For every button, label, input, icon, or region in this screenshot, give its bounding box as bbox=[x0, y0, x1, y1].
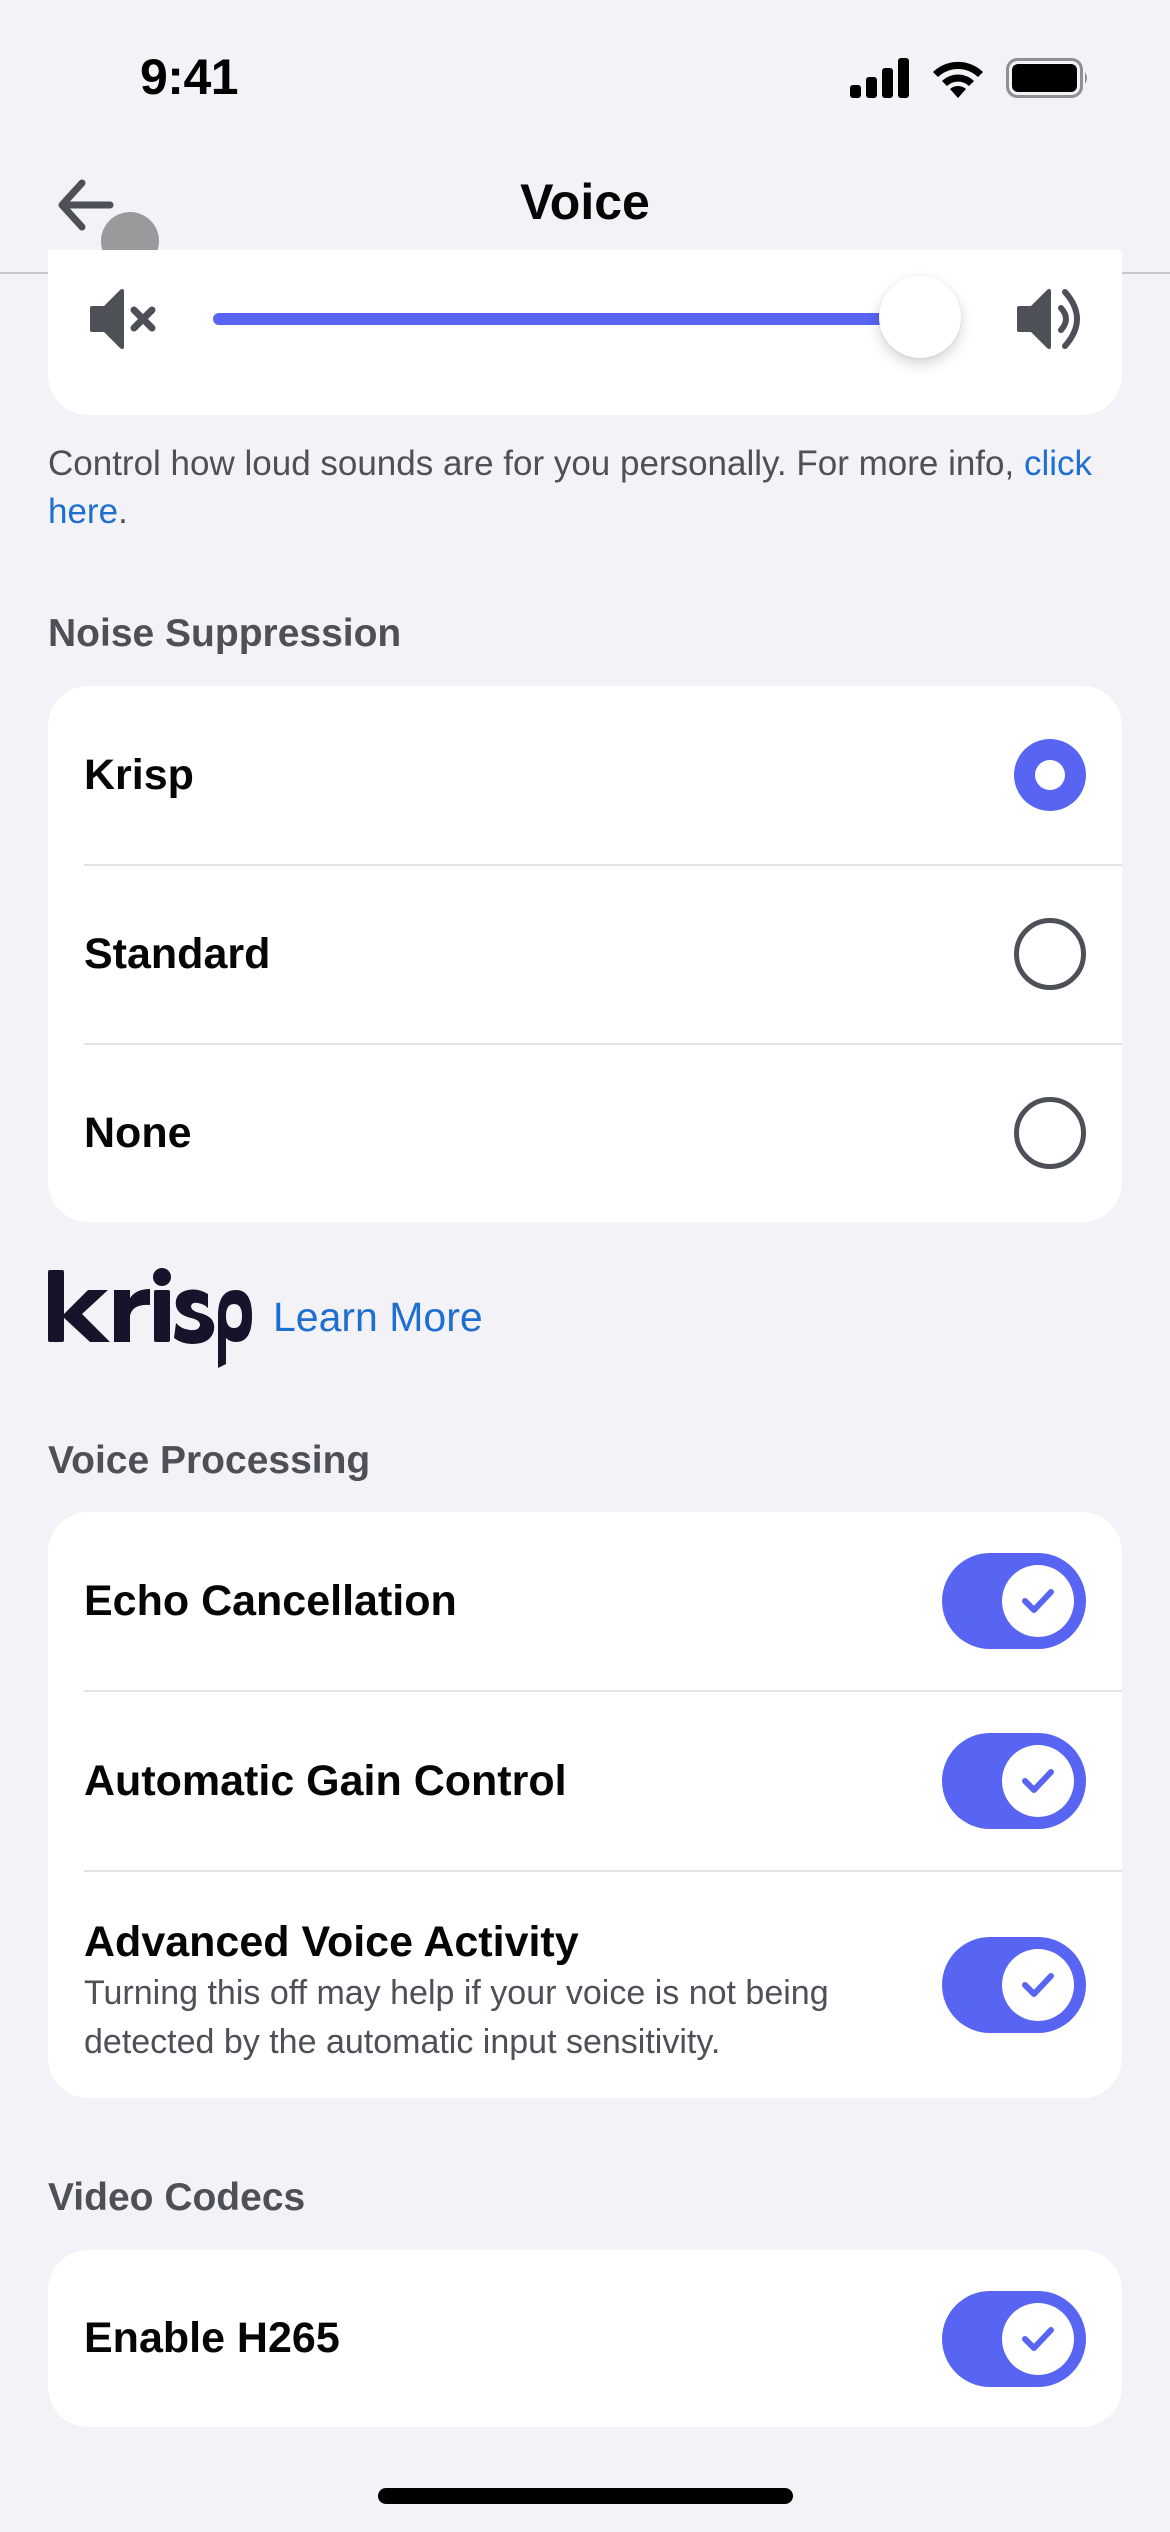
option-label: None bbox=[84, 1109, 192, 1157]
toggle-knob bbox=[1002, 1565, 1074, 1637]
toggle-knob bbox=[1002, 1949, 1074, 2021]
section-header-video-codecs: Video Codecs bbox=[48, 2176, 306, 2219]
setting-label: Automatic Gain Control bbox=[84, 1757, 567, 1805]
checkmark-icon bbox=[1022, 2327, 1054, 2351]
option-label: Krisp bbox=[84, 751, 194, 799]
setting-echo-cancellation: Echo Cancellation bbox=[48, 1512, 1122, 1691]
wifi-icon bbox=[933, 61, 983, 98]
learn-more-link[interactable]: Learn More bbox=[273, 1292, 483, 1342]
option-label: Standard bbox=[84, 930, 271, 978]
helper-text: Control how loud sounds are for you pers… bbox=[48, 444, 1024, 483]
page-title: Voice bbox=[520, 174, 650, 230]
radio-unselected[interactable] bbox=[1014, 918, 1086, 990]
toggle-enable-h265[interactable] bbox=[942, 2291, 1086, 2387]
volume-card bbox=[48, 250, 1122, 415]
section-header-noise-suppression: Noise Suppression bbox=[48, 612, 402, 655]
setting-label: Echo Cancellation bbox=[84, 1577, 457, 1625]
setting-automatic-gain-control: Automatic Gain Control bbox=[48, 1692, 1122, 1871]
status-time: 9:41 bbox=[140, 49, 239, 105]
checkmark-icon bbox=[1022, 1769, 1054, 1793]
checkmark-icon bbox=[1022, 1589, 1054, 1613]
volume-slider-track[interactable] bbox=[213, 313, 933, 325]
video-codecs-card: Enable H265 bbox=[48, 2250, 1122, 2427]
speaker-muted-icon bbox=[90, 288, 156, 350]
noise-option-krisp[interactable]: Krisp bbox=[48, 686, 1122, 865]
speaker-loud-icon bbox=[1017, 288, 1080, 350]
krisp-logo bbox=[48, 1268, 252, 1368]
noise-option-none[interactable]: None bbox=[48, 1045, 1122, 1222]
radio-unselected[interactable] bbox=[1014, 1097, 1086, 1169]
volume-helper-text: Control how loud sounds are for you pers… bbox=[48, 440, 1122, 536]
toggle-automatic-gain-control[interactable] bbox=[942, 1733, 1086, 1829]
checkmark-icon bbox=[1022, 1973, 1054, 1997]
setting-label: Advanced Voice Activity bbox=[84, 1918, 579, 1966]
noise-suppression-card: Krisp Standard None bbox=[48, 686, 1122, 1222]
home-indicator[interactable] bbox=[378, 2488, 793, 2504]
section-header-voice-processing: Voice Processing bbox=[48, 1439, 371, 1482]
noise-option-standard[interactable]: Standard bbox=[48, 866, 1122, 1044]
setting-label: Enable H265 bbox=[84, 2314, 340, 2362]
battery-icon bbox=[1006, 58, 1087, 98]
toggle-advanced-voice-activity[interactable] bbox=[942, 1937, 1086, 2033]
volume-slider-thumb[interactable] bbox=[879, 276, 961, 358]
helper-end: . bbox=[118, 492, 128, 531]
voice-processing-card: Echo Cancellation Automatic Gain Control… bbox=[48, 1512, 1122, 2098]
toggle-knob bbox=[1002, 1745, 1074, 1817]
setting-description: Turning this off may help if your voice … bbox=[84, 1974, 829, 2061]
status-icons bbox=[850, 56, 1090, 100]
setting-advanced-voice-activity: Advanced Voice Activity Turning this off… bbox=[48, 1872, 1122, 2098]
setting-enable-h265: Enable H265 bbox=[48, 2250, 1122, 2427]
volume-slider-fill bbox=[213, 313, 920, 325]
radio-selected[interactable] bbox=[1014, 739, 1086, 811]
toggle-echo-cancellation[interactable] bbox=[942, 1553, 1086, 1649]
toggle-knob bbox=[1002, 2303, 1074, 2375]
cellular-signal-icon bbox=[850, 58, 909, 98]
